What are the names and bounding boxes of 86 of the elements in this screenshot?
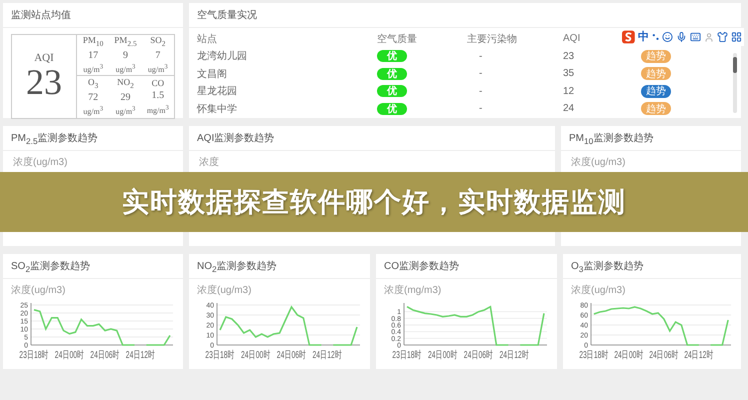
pollutant-unit: ug/m$^{3}$ xyxy=(116,65,136,74)
pollutant-cell: - xyxy=(479,68,482,80)
quality-badge: 优 xyxy=(377,68,407,80)
punctuation-icon[interactable] xyxy=(652,32,660,42)
axis-label: 浓度(ug/m3) xyxy=(571,156,626,169)
pollutant-name: O$_{3}$ xyxy=(88,76,98,87)
axis-label: 浓度(ug/m3) xyxy=(197,285,252,296)
quality-badge: 优 xyxy=(377,102,407,115)
logo-icon[interactable] xyxy=(622,30,635,44)
tick-label: 24日12时 xyxy=(499,348,529,360)
axis-label: 浓度(ug/m3) xyxy=(11,285,66,296)
pollutant-value: 7 xyxy=(155,50,160,61)
tick-label: 23日18时 xyxy=(19,348,49,360)
trend-button[interactable]: 趋势 xyxy=(641,84,671,98)
card-title: CO监测参数趋势 xyxy=(384,260,459,273)
pollutant-name: PM$_{2.5}$ xyxy=(114,35,137,45)
pollutant-value: 17 xyxy=(88,50,98,61)
pollutant-cell: - xyxy=(479,103,482,114)
column-header: 主要污染物 xyxy=(467,32,517,46)
trend-button[interactable]: 趋势 xyxy=(641,50,671,63)
column-header: 站点 xyxy=(197,32,217,46)
aqi-cell: 35 xyxy=(563,68,574,80)
trend-button[interactable]: 趋势 xyxy=(641,67,671,80)
axis-label: 浓度(ug/m3) xyxy=(571,285,626,296)
aqi-cell: 12 xyxy=(563,86,574,97)
pollutant-cell: - xyxy=(479,50,482,62)
banner-title: 实时数据探查软件哪个好，实时数据监测 xyxy=(122,186,626,219)
card-title: 空气质量实况 xyxy=(197,8,257,22)
tick-label: 24日00时 xyxy=(428,348,458,360)
card-title: PM$_{10}$监测参数趋势 xyxy=(569,132,654,146)
pollutant-unit: ug/m$^{3}$ xyxy=(83,107,104,116)
pollutant-unit: mg/m$^{3}$ xyxy=(146,106,169,115)
scrollbar[interactable] xyxy=(733,53,737,113)
station-name: 龙湾幼儿园 xyxy=(197,50,247,64)
pollutant-name: PM$_{10}$ xyxy=(82,35,104,45)
aqi-label: AQI xyxy=(34,52,54,64)
tick-label: 23日18时 xyxy=(392,348,422,360)
pollutant-value: 72 xyxy=(88,92,98,103)
pollutant-value: 9 xyxy=(122,50,128,61)
microphone-icon[interactable] xyxy=(676,31,688,43)
column-header: 空气质量 xyxy=(377,32,417,46)
station-name: 文昌阁 xyxy=(197,68,227,81)
tick-label: 23日18时 xyxy=(205,348,235,360)
trend-button[interactable]: 趋势 xyxy=(641,102,671,116)
axis-label: 浓度 xyxy=(199,156,219,169)
pollutant-name: NO$_{2}$ xyxy=(117,76,134,87)
card-title: O$_{3}$监测参数趋势 xyxy=(571,260,644,274)
aqi-value: 23 xyxy=(26,64,62,100)
tick-label: 24日06时 xyxy=(464,348,494,360)
keyboard-icon[interactable] xyxy=(690,31,702,43)
card-title: AQI监测参数趋势 xyxy=(197,132,274,145)
pollutant-unit: ug/m$^{3}$ xyxy=(148,65,168,74)
shirt-icon[interactable] xyxy=(717,31,728,43)
pollutant-name: SO$_{2}$ xyxy=(150,35,166,45)
pollutant-cell: - xyxy=(479,86,482,97)
emoji-icon[interactable] xyxy=(662,31,674,43)
pollutant-value: 29 xyxy=(120,92,130,103)
aqi-cell: 23 xyxy=(563,50,574,62)
tick-label: 24日12时 xyxy=(312,348,342,360)
station-name: 星龙花园 xyxy=(197,84,237,98)
pollutant-value: 1.5 xyxy=(152,90,164,102)
input-mode[interactable]: 中 xyxy=(638,31,649,43)
tick-label: 24日06时 xyxy=(649,348,679,360)
tick-label: 24日00时 xyxy=(54,348,84,360)
quality-badge: 优 xyxy=(377,50,407,62)
card-title: 监测站点均值 xyxy=(11,8,71,22)
pollutant-name: CO xyxy=(152,78,164,88)
tick-label: 24日06时 xyxy=(90,348,120,360)
tick-label: 24日12时 xyxy=(684,348,714,360)
card-title: SO$_{2}$监测参数趋势 xyxy=(11,260,90,274)
axis-label: 浓度(mg/m3) xyxy=(384,285,442,296)
tick-label: 24日06时 xyxy=(276,348,306,360)
grid-icon[interactable] xyxy=(731,31,742,43)
aqi-cell: 24 xyxy=(563,103,574,114)
column-header: AQI xyxy=(563,33,580,44)
pollutant-unit: ug/m$^{3}$ xyxy=(83,65,104,74)
card-title: NO$_{2}$监测参数趋势 xyxy=(197,260,277,274)
card-title: PM$_{2.5}$监测参数趋势 xyxy=(11,132,98,146)
quality-badge: 优 xyxy=(377,85,407,98)
tick-label: 24日12时 xyxy=(126,348,156,360)
tick-label: 24日00时 xyxy=(240,348,270,360)
axis-label: 浓度(ug/m3) xyxy=(13,156,68,169)
tick-label: 23日18时 xyxy=(579,348,609,360)
pollutant-unit: ug/m$^{3}$ xyxy=(116,107,136,116)
tick-label: 24日00时 xyxy=(614,348,644,360)
station-name: 怀集中学 xyxy=(197,102,237,116)
